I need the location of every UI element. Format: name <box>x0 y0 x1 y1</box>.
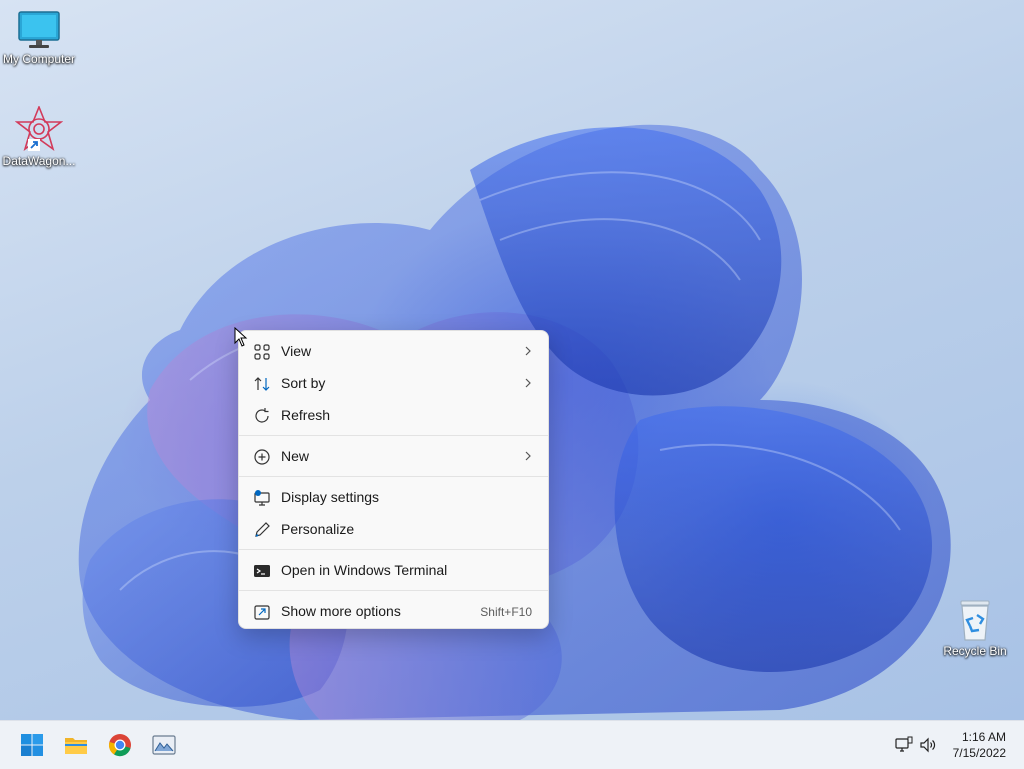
display-settings-icon <box>254 490 270 506</box>
chevron-right-icon <box>525 346 531 356</box>
refresh-icon <box>255 408 269 423</box>
menu-item-new[interactable]: New <box>239 440 548 472</box>
menu-item-sort-by[interactable]: Sort by <box>239 367 548 399</box>
desktop-icon-label: DataWagon... <box>2 154 76 168</box>
menu-item-personalize[interactable]: Personalize <box>239 513 548 545</box>
monitor-icon <box>18 11 60 48</box>
menu-item-label: New <box>281 448 310 464</box>
menu-item-display-settings[interactable]: Display settings <box>239 481 548 513</box>
menu-item-open-terminal[interactable]: Open in Windows Terminal <box>239 554 548 586</box>
volume-icon[interactable] <box>919 736 937 754</box>
desktop-context-menu: View Sort by Refresh New Display setting… <box>238 330 549 629</box>
desktop-icon-datawagon[interactable]: DataWagon... <box>0 106 78 168</box>
plus-circle-icon <box>254 449 270 465</box>
desktop-icon-my-computer[interactable]: My Computer <box>0 10 78 66</box>
desktop-icon-recycle-bin[interactable]: Recycle Bin <box>936 598 1014 658</box>
menu-separator <box>239 435 548 436</box>
menu-item-label: Personalize <box>281 521 355 537</box>
grid-icon <box>254 344 270 360</box>
network-icon[interactable] <box>895 736 913 754</box>
menu-item-label: Open in Windows Terminal <box>281 562 448 578</box>
menu-separator <box>239 549 548 550</box>
clock-time: 1:16 AM <box>961 730 1006 744</box>
recycle-bin-icon <box>960 600 990 641</box>
menu-separator <box>239 476 548 477</box>
menu-item-refresh[interactable]: Refresh <box>239 399 548 431</box>
image-viewer-icon[interactable] <box>152 733 176 757</box>
desktop-icon-label: My Computer <box>2 52 76 66</box>
terminal-icon <box>254 565 270 577</box>
menu-item-label: Display settings <box>281 489 380 505</box>
start-icon[interactable] <box>20 733 44 757</box>
desktop[interactable]: My Computer DataWagon... Recycle Bin Vie… <box>0 0 1024 720</box>
chevron-right-icon <box>525 451 531 461</box>
file-explorer-icon[interactable] <box>64 733 88 757</box>
taskbar: 1:16 AM 7/15/2022 <box>0 720 1024 769</box>
chrome-icon[interactable] <box>108 733 132 757</box>
menu-item-label: View <box>281 343 312 359</box>
menu-item-label: Refresh <box>281 407 331 423</box>
system-clock[interactable]: 1:16 AM 7/15/2022 <box>953 729 1006 761</box>
mouse-cursor-icon <box>234 327 248 347</box>
menu-item-label: Sort by <box>281 375 326 391</box>
keyboard-shortcut: Shift+F10 <box>480 605 532 619</box>
clock-date: 7/15/2022 <box>952 746 1006 760</box>
datawagon-icon <box>15 106 63 151</box>
desktop-icon-label: Recycle Bin <box>943 644 1007 658</box>
menu-item-label: Show more options <box>281 603 401 619</box>
menu-separator <box>239 590 548 591</box>
sort-icon <box>254 377 270 391</box>
more-options-icon <box>254 605 270 620</box>
menu-item-show-more-options[interactable]: Show more options Shift+F10 <box>239 595 548 627</box>
chevron-right-icon <box>525 378 531 388</box>
pen-icon <box>255 522 270 537</box>
menu-item-view[interactable]: View <box>239 335 548 367</box>
